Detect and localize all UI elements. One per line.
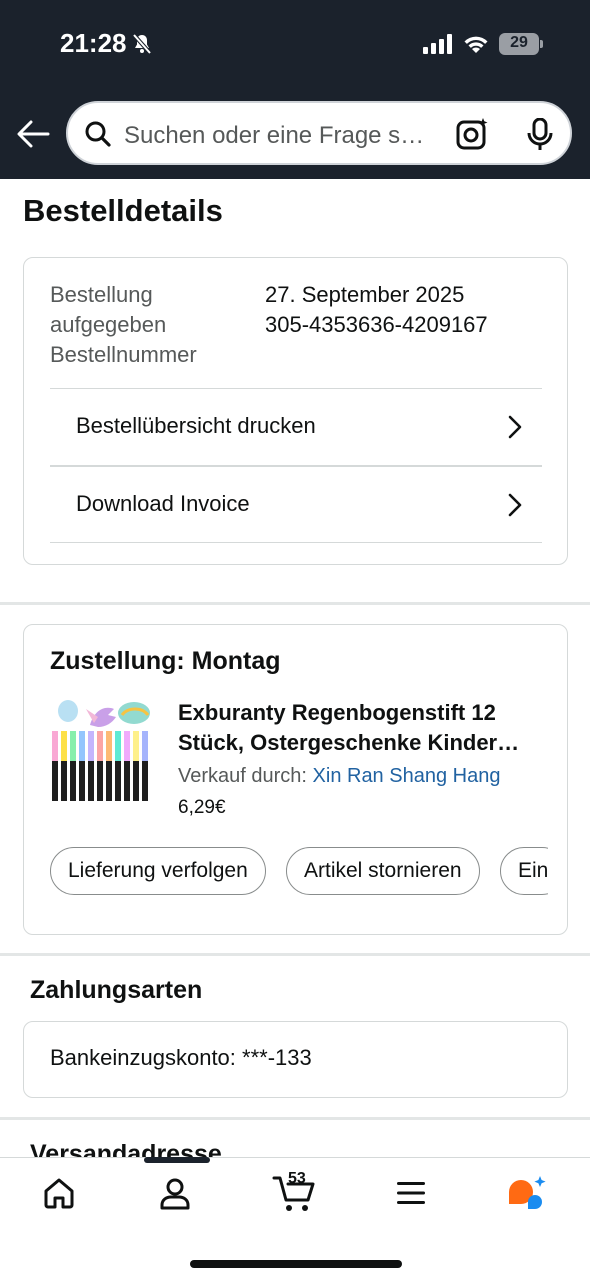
print-summary-label: Bestellübersicht drucken — [76, 413, 316, 438]
product-image[interactable] — [50, 697, 154, 805]
product-title[interactable]: Exburanty Regenbogenstift 12 Stück, Oste… — [178, 698, 548, 758]
payment-method: Bankeinzugskonto: ***-133 — [50, 1045, 312, 1070]
chevron-right-icon — [508, 415, 522, 439]
more-action-button[interactable]: Ein — [500, 847, 548, 895]
status-time: 21:28 — [60, 28, 127, 58]
download-invoice-row[interactable]: Download Invoice — [50, 465, 542, 542]
section-divider — [0, 602, 590, 605]
section-divider — [0, 1117, 590, 1120]
label-ordered: Bestellung aufgegeben — [50, 282, 167, 337]
seller-link[interactable]: Xin Ran Shang Hang — [313, 765, 501, 787]
action-buttons: Lieferung verfolgen Artikel stornieren E… — [50, 847, 548, 897]
cellular-signal-icon — [423, 34, 452, 54]
divider — [50, 542, 542, 543]
order-labels: Bestellung aufgegeben Bestellnummer — [50, 280, 210, 370]
camera-lens-icon[interactable] — [456, 117, 490, 151]
order-date: 27. September 2025 — [265, 282, 465, 307]
search-input[interactable]: Suchen oder eine Frage s… — [124, 122, 444, 150]
order-number: 305-4353636-4209167 — [265, 312, 488, 337]
search-bar[interactable]: Suchen oder eine Frage s… — [66, 101, 572, 165]
product-title-line1: Exburanty Regenbogenstift 12 — [178, 700, 496, 725]
print-summary-row[interactable]: Bestellübersicht drucken — [50, 388, 542, 465]
bell-muted-icon — [132, 33, 152, 55]
battery-tip — [540, 40, 543, 48]
product-price: 6,29€ — [178, 797, 226, 818]
seller-prefix: Verkauf durch: — [178, 765, 313, 787]
home-indicator — [190, 1260, 402, 1268]
payment-card: Bankeinzugskonto: ***-133 — [23, 1021, 568, 1098]
cancel-item-button[interactable]: Artikel stornieren — [286, 847, 480, 895]
battery-indicator: 29 — [499, 33, 539, 55]
delivery-title: Zustellung: Montag — [50, 647, 281, 675]
rufus-assistant-icon[interactable] — [506, 1176, 550, 1216]
label-order-number: Bestellnummer — [50, 342, 197, 367]
sheet-grabber[interactable] — [144, 1157, 210, 1163]
home-icon[interactable] — [42, 1176, 76, 1210]
search-icon — [85, 121, 111, 147]
wifi-icon — [464, 36, 488, 53]
download-invoice-label: Download Invoice — [76, 491, 250, 516]
track-package-button[interactable]: Lieferung verfolgen — [50, 847, 266, 895]
seller-info: Verkauf durch: Xin Ran Shang Hang — [178, 765, 500, 788]
marker-pens — [52, 731, 148, 801]
order-values: 27. September 2025 305-4353636-4209167 — [265, 280, 488, 340]
menu-icon[interactable] — [396, 1180, 426, 1206]
microphone-icon[interactable] — [526, 118, 554, 152]
account-icon[interactable] — [158, 1176, 192, 1210]
product-title-line2: Stück, Ostergeschenke Kinder… — [178, 730, 520, 755]
order-info-card: Bestellung aufgegeben Bestellnummer 27. … — [23, 257, 568, 565]
header-bar: 21:28 29 Suchen oder eine Frage s… — [0, 0, 590, 179]
page-title: Bestelldetails — [23, 193, 223, 228]
cart-count: 53 — [288, 1170, 306, 1187]
section-divider — [0, 953, 590, 956]
back-arrow-icon[interactable] — [14, 116, 52, 152]
delivery-card: Zustellung: Montag Exburanty Regenbogens… — [23, 624, 568, 935]
chevron-right-icon — [508, 493, 522, 517]
payment-title: Zahlungsarten — [30, 976, 203, 1004]
battery-level: 29 — [510, 34, 528, 51]
